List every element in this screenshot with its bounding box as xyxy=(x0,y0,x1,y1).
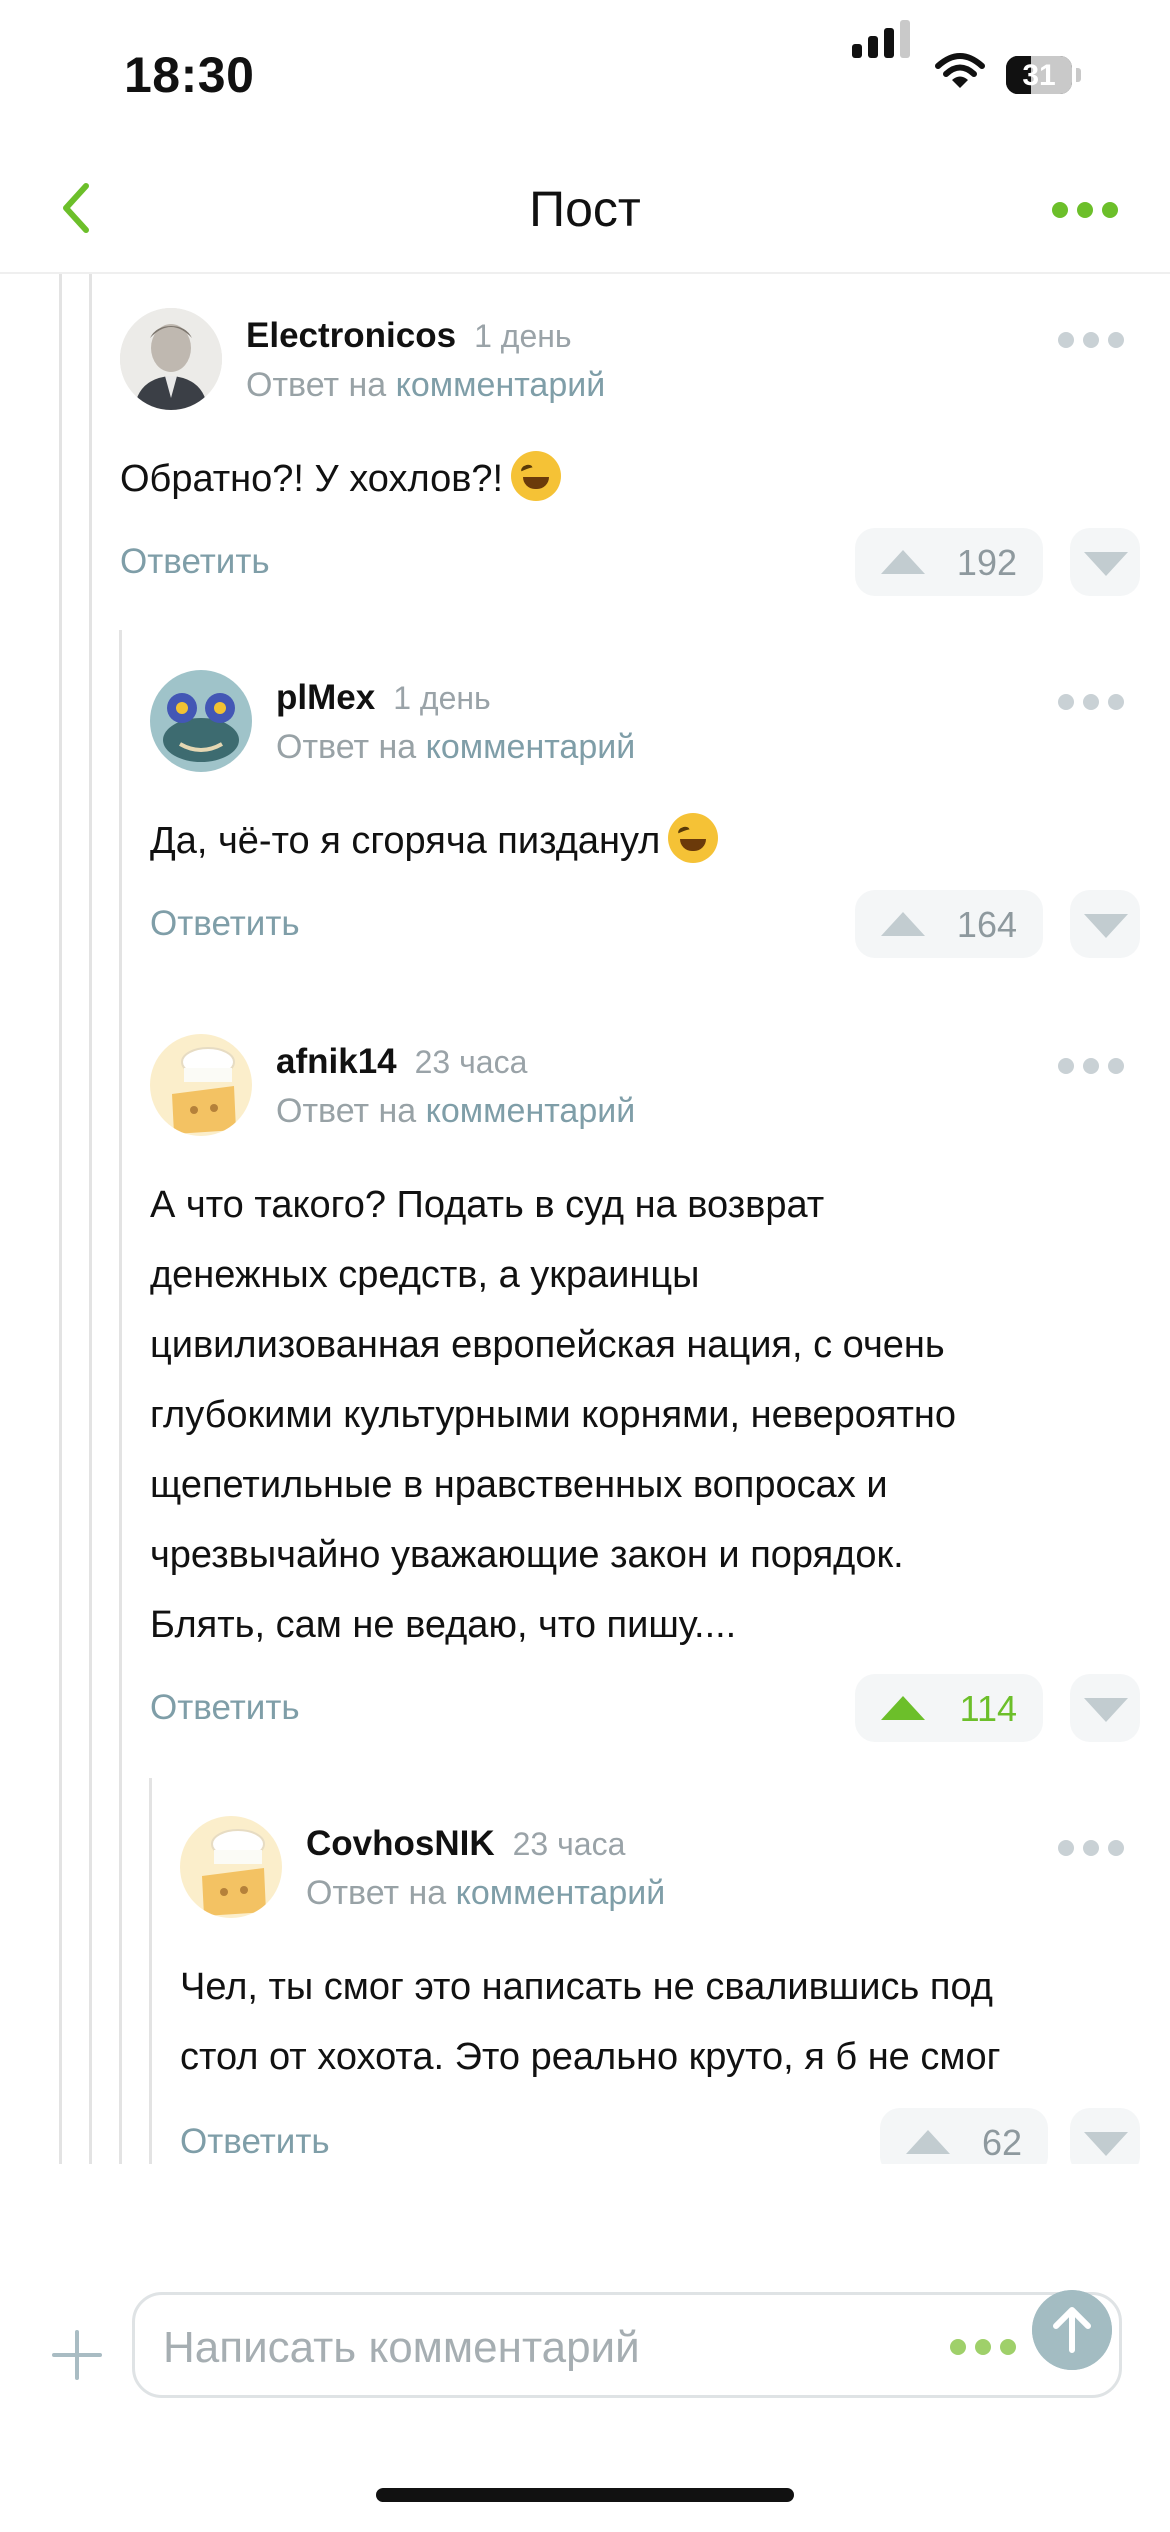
page-title: Пост xyxy=(529,181,641,237)
reply-to-link[interactable]: комментарий xyxy=(456,1874,666,1912)
comment: afnik14 23 часа Ответ на комментарий А чт… xyxy=(150,1000,1140,1770)
comment-more-icon[interactable] xyxy=(1058,330,1124,350)
status-bar: 18:30 31 xyxy=(0,0,1170,150)
downvote-arrow-icon xyxy=(1084,1698,1128,1722)
comment-thread[interactable]: Electronicos 1 день Ответ на комментарий … xyxy=(0,274,1170,2164)
comment: Electronicos 1 день Ответ на комментарий … xyxy=(120,274,1140,624)
thread-line xyxy=(149,1778,152,2164)
reply-to-link[interactable]: комментарий xyxy=(396,366,606,404)
reply-to-prefix: Ответ на xyxy=(276,728,417,766)
laughing-emoji-icon xyxy=(511,451,562,501)
comment-time: 23 часа xyxy=(512,1826,626,1862)
reply-to: Ответ на комментарий xyxy=(306,1874,665,1913)
downvote-button[interactable] xyxy=(1070,528,1140,596)
comment-text-line: А что такого? Подать в суд на возврат xyxy=(150,1184,825,1226)
comment-more-icon[interactable] xyxy=(1058,1056,1124,1076)
downvote-button[interactable] xyxy=(1070,890,1140,958)
reply-to-link[interactable]: комментарий xyxy=(426,1092,636,1130)
comment-time: 23 часа xyxy=(414,1044,528,1080)
reply-to-prefix: Ответ на xyxy=(246,366,387,404)
upvote-button[interactable]: 114 xyxy=(855,1674,1043,1742)
avatar[interactable] xyxy=(150,1034,252,1136)
comment-input-placeholder: Написать комментарий xyxy=(163,2323,640,2372)
home-indicator[interactable] xyxy=(376,2488,794,2502)
reply-button[interactable]: Ответить xyxy=(180,2122,330,2162)
upvote-arrow-icon xyxy=(906,2130,950,2154)
comment-time: 1 день xyxy=(474,318,572,354)
reply-button[interactable]: Ответить xyxy=(150,904,300,944)
comment: plMex 1 день Ответ на комментарий Да, чё-… xyxy=(150,636,1140,986)
comment-text: Чел, ты смог это написать не свалившись … xyxy=(180,1952,1001,2092)
comment-text-content: Обратно?! У хохлов?! xyxy=(120,458,504,500)
comment-text: А что такого? Подать в суд на возврат де… xyxy=(150,1170,956,1660)
downvote-button[interactable] xyxy=(1070,2108,1140,2164)
avatar[interactable] xyxy=(180,1816,282,1918)
thread-line xyxy=(59,274,62,2164)
author-name[interactable]: afnik14 xyxy=(276,1042,397,1081)
comment-text-line: щепетильные в нравственных вопросах и xyxy=(150,1464,888,1506)
upvote-button[interactable]: 164 xyxy=(855,890,1043,958)
comment-text: Обратно?! У хохлов?! xyxy=(120,444,562,514)
downvote-arrow-icon xyxy=(1084,2132,1128,2156)
vote-count: 62 xyxy=(981,2122,1022,2163)
comment-text-line: цивилизованная европейская нация, с очен… xyxy=(150,1324,945,1366)
status-time: 18:30 xyxy=(124,47,255,103)
comment-text-line: чрезвычайно уважающие закон и порядок. xyxy=(150,1534,904,1576)
comment-text-line: Чел, ты смог это написать не свалившись … xyxy=(180,1966,993,2008)
author-name[interactable]: Electronicos xyxy=(246,316,456,355)
reply-to: Ответ на комментарий xyxy=(276,1092,635,1131)
comment-text-content: Да, чё-то я сгоряча пизданул xyxy=(150,820,661,862)
comment-composer: Написать комментарий xyxy=(0,2260,1170,2410)
arrow-up-icon[interactable] xyxy=(1032,2290,1112,2370)
plus-icon[interactable] xyxy=(52,2330,102,2380)
reply-to: Ответ на комментарий xyxy=(276,728,635,767)
comment-author: Electronicos 1 день xyxy=(246,316,572,356)
upvote-arrow-icon xyxy=(881,1696,925,1720)
comment-more-icon[interactable] xyxy=(1058,692,1124,712)
comment-author: afnik14 23 часа xyxy=(276,1042,527,1082)
comment-author: CovhosNIK 23 часа xyxy=(306,1824,625,1864)
comment-text-line: денежных средств, а украинцы xyxy=(150,1254,700,1296)
comment-text: Да, чё-то я сгоряча пизданул xyxy=(150,806,719,876)
thread-line xyxy=(89,274,92,2164)
more-options-icon[interactable] xyxy=(950,2339,1016,2357)
reply-button[interactable]: Ответить xyxy=(150,1688,300,1728)
vote-count: 192 xyxy=(956,542,1017,583)
upvote-arrow-icon xyxy=(881,912,925,936)
comment-time: 1 день xyxy=(393,680,491,716)
vote-count: 114 xyxy=(959,1688,1017,1729)
vote-count: 164 xyxy=(956,904,1017,945)
nav-header: Пост xyxy=(0,150,1170,274)
comment-input[interactable]: Написать комментарий xyxy=(132,2292,1122,2398)
reply-to-prefix: Ответ на xyxy=(276,1092,417,1130)
downvote-arrow-icon xyxy=(1084,914,1128,938)
downvote-arrow-icon xyxy=(1084,552,1128,576)
wifi-icon xyxy=(935,53,985,88)
comment-author: plMex 1 день xyxy=(276,678,491,718)
comment-text-line: Блять, сам не ведаю, что пишу.... xyxy=(150,1604,737,1646)
comment-text-line: стол от хохота. Это реально круто, я б н… xyxy=(180,2036,1001,2078)
reply-to-link[interactable]: комментарий xyxy=(426,728,636,766)
upvote-button[interactable]: 192 xyxy=(855,528,1043,596)
more-dots-icon[interactable] xyxy=(1052,200,1118,220)
thread-line xyxy=(119,630,122,2164)
battery-icon: 31 xyxy=(1006,56,1072,94)
battery-percent: 31 xyxy=(1022,59,1056,92)
comment: CovhosNIK 23 часа Ответ на комментарий Че… xyxy=(180,1782,1140,2164)
comment-more-icon[interactable] xyxy=(1058,1838,1124,1858)
upvote-button[interactable]: 62 xyxy=(880,2108,1048,2164)
author-name[interactable]: plMex xyxy=(276,678,375,717)
reply-button[interactable]: Ответить xyxy=(120,542,270,582)
battery-tip xyxy=(1076,68,1081,82)
author-name[interactable]: CovhosNIK xyxy=(306,1824,495,1863)
avatar[interactable] xyxy=(120,308,222,410)
upvote-arrow-icon xyxy=(881,550,925,574)
reply-to-prefix: Ответ на xyxy=(306,1874,447,1912)
avatar[interactable] xyxy=(150,670,252,772)
laughing-emoji-icon xyxy=(668,813,719,863)
comment-text-line: глубокими культурными корнями, невероятн… xyxy=(150,1394,956,1436)
downvote-button[interactable] xyxy=(1070,1674,1140,1742)
reply-to: Ответ на комментарий xyxy=(246,366,605,405)
